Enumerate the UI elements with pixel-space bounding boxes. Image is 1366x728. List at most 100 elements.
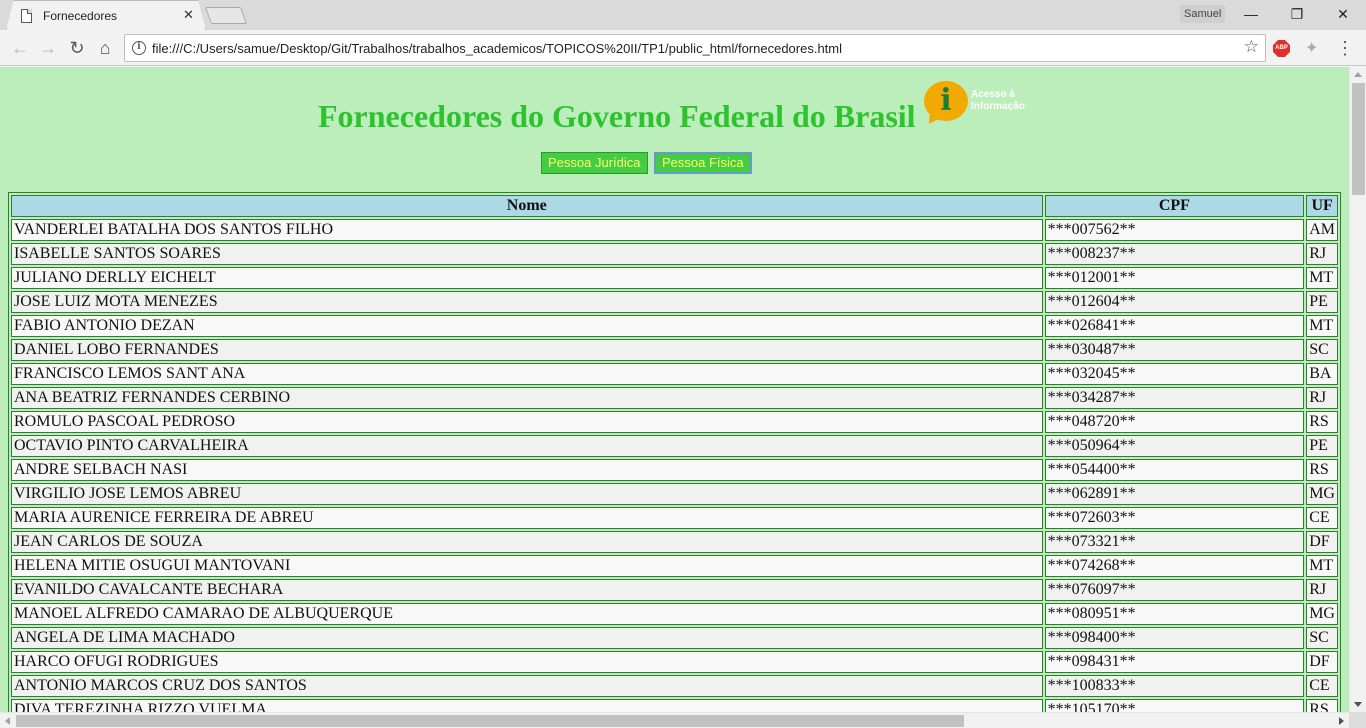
extension-icon[interactable]: ✦	[1305, 38, 1318, 58]
page-viewport: Fornecedores do Governo Federal do Brasi…	[0, 67, 1349, 712]
cell-cpf: ***073321**	[1044, 531, 1305, 553]
cell-uf: CE	[1306, 675, 1338, 697]
table-row: FRANCISCO LEMOS SANT ANA ***032045** BA	[11, 363, 1338, 385]
cell-cpf: ***080951**	[1044, 603, 1305, 625]
cell-cpf: ***008237**	[1044, 243, 1305, 265]
cell-uf: SC	[1306, 339, 1338, 361]
cell-cpf: ***072603**	[1044, 507, 1305, 529]
cell-uf: RS	[1306, 411, 1338, 433]
cell-cpf: ***012001**	[1044, 267, 1305, 289]
scroll-up-arrow-icon[interactable]	[1354, 72, 1362, 77]
cell-cpf: ***062891**	[1044, 483, 1305, 505]
cell-uf: BA	[1306, 363, 1338, 385]
cell-nome: MARIA AURENICE FERREIRA DE ABREU	[11, 507, 1043, 529]
adblock-icon[interactable]: ABP	[1273, 40, 1290, 57]
cell-nome: ISABELLE SANTOS SOARES	[11, 243, 1043, 265]
cell-cpf: ***034287**	[1044, 387, 1305, 409]
back-arrow-icon[interactable]: ←	[8, 36, 32, 60]
cell-nome: HELENA MITIE OSUGUI MANTOVANI	[11, 555, 1043, 577]
cell-nome: ANA BEATRIZ FERNANDES CERBINO	[11, 387, 1043, 409]
cell-cpf: ***048720**	[1044, 411, 1305, 433]
table-row: VIRGILIO JOSE LEMOS ABREU ***062891** MG	[11, 483, 1338, 505]
cell-cpf: ***026841**	[1044, 315, 1305, 337]
browser-tab[interactable]: Fornecedores ✕	[6, 0, 206, 30]
cell-nome: HARCO OFUGI RODRIGUES	[11, 651, 1043, 673]
cell-uf: MG	[1306, 603, 1338, 625]
table-row: ANDRE SELBACH NASI ***054400** RS	[11, 459, 1338, 481]
cell-uf: PE	[1306, 435, 1338, 457]
column-header-uf: UF	[1306, 195, 1338, 217]
cell-uf: MT	[1306, 267, 1338, 289]
cell-uf: DF	[1306, 531, 1338, 553]
cell-uf: MG	[1306, 483, 1338, 505]
url-text[interactable]: file:///C:/Users/samue/Desktop/Git/Traba…	[152, 41, 842, 56]
profile-button[interactable]: Samuel	[1180, 5, 1226, 23]
menu-icon[interactable]: ⋮	[1336, 36, 1354, 60]
cell-cpf: ***007562**	[1044, 219, 1305, 241]
acesso-informacao-logo: i Acesso à Informação	[922, 79, 1042, 129]
suppliers-table: Nome CPF UF VANDERLEI BATALHA DOS SANTOS…	[8, 192, 1341, 712]
table-row: EVANILDO CAVALCANTE BECHARA ***076097** RJ	[11, 579, 1338, 601]
scrollbar-corner	[1349, 712, 1366, 728]
cell-uf: RS	[1306, 699, 1338, 712]
table-row: FABIO ANTONIO DEZAN ***026841** MT	[11, 315, 1338, 337]
cell-cpf: ***098431**	[1044, 651, 1305, 673]
pessoa-juridica-button[interactable]: Pessoa Jurídica	[541, 152, 648, 174]
cell-uf: SC	[1306, 627, 1338, 649]
cell-nome: VIRGILIO JOSE LEMOS ABREU	[11, 483, 1043, 505]
table-row: HARCO OFUGI RODRIGUES ***098431** DF	[11, 651, 1338, 673]
table-row: JOSE LUIZ MOTA MENEZES ***012604** PE	[11, 291, 1338, 313]
cell-nome: ANDRE SELBACH NASI	[11, 459, 1043, 481]
cell-uf: RS	[1306, 459, 1338, 481]
cell-cpf: ***050964**	[1044, 435, 1305, 457]
browser-toolbar: ← → ↻ ⌂ i file:///C:/Users/samue/Desktop…	[0, 30, 1366, 66]
reload-icon[interactable]: ↻	[65, 36, 89, 60]
star-icon[interactable]: ☆	[1244, 37, 1259, 57]
cell-cpf: ***012604**	[1044, 291, 1305, 313]
cell-cpf: ***098400**	[1044, 627, 1305, 649]
cell-nome: OCTAVIO PINTO CARVALHEIRA	[11, 435, 1043, 457]
cell-uf: RJ	[1306, 387, 1338, 409]
cell-cpf: ***100833**	[1044, 675, 1305, 697]
pessoa-fisica-button[interactable]: Pessoa Física	[654, 152, 752, 174]
cell-nome: DIVA TEREZINHA RIZZO VUELMA	[11, 699, 1043, 712]
cell-uf: RJ	[1306, 243, 1338, 265]
forward-arrow-icon[interactable]: →	[36, 36, 60, 60]
cell-cpf: ***105170**	[1044, 699, 1305, 712]
horizontal-scroll-thumb[interactable]	[16, 715, 964, 727]
scroll-left-arrow-icon[interactable]	[5, 717, 10, 725]
cell-cpf: ***076097**	[1044, 579, 1305, 601]
cell-nome: MANOEL ALFREDO CAMARAO DE ALBUQUERQUE	[11, 603, 1043, 625]
cell-nome: ANTONIO MARCOS CRUZ DOS SANTOS	[11, 675, 1043, 697]
page-title: Fornecedores do Governo Federal do Brasi…	[318, 98, 916, 134]
cell-nome: EVANILDO CAVALCANTE BECHARA	[11, 579, 1043, 601]
table-row: VANDERLEI BATALHA DOS SANTOS FILHO ***007…	[11, 219, 1338, 241]
address-bar[interactable]: i file:///C:/Users/samue/Desktop/Git/Tra…	[124, 34, 1266, 62]
close-window-button[interactable]: ✕	[1320, 0, 1366, 30]
scroll-down-arrow-icon[interactable]	[1354, 702, 1362, 707]
table-row: ANA BEATRIZ FERNANDES CERBINO ***034287**…	[11, 387, 1338, 409]
table-row: JULIANO DERLLY EICHELT ***012001** MT	[11, 267, 1338, 289]
table-row: MANOEL ALFREDO CAMARAO DE ALBUQUERQUE ***…	[11, 603, 1338, 625]
cell-uf: RJ	[1306, 579, 1338, 601]
minimize-button[interactable]: —	[1228, 0, 1274, 30]
horizontal-scrollbar[interactable]	[0, 712, 1349, 728]
scroll-right-arrow-icon[interactable]	[1339, 717, 1344, 725]
table-row: DANIEL LOBO FERNANDES ***030487** SC	[11, 339, 1338, 361]
cell-uf: MT	[1306, 555, 1338, 577]
table-body: VANDERLEI BATALHA DOS SANTOS FILHO ***007…	[11, 219, 1338, 712]
table-row: ISABELLE SANTOS SOARES ***008237** RJ	[11, 243, 1338, 265]
restore-button[interactable]: ❐	[1274, 0, 1320, 30]
vertical-scrollbar[interactable]	[1349, 67, 1366, 712]
new-tab-button[interactable]	[204, 7, 248, 24]
cell-nome: JEAN CARLOS DE SOUZA	[11, 531, 1043, 553]
table-row: ROMULO PASCOAL PEDROSO ***048720** RS	[11, 411, 1338, 433]
info-icon[interactable]: i	[132, 41, 146, 55]
home-icon[interactable]: ⌂	[93, 36, 117, 60]
browser-titlebar: Fornecedores ✕ Samuel — ❐ ✕	[0, 0, 1366, 30]
tab-close-icon[interactable]: ✕	[183, 7, 194, 23]
cell-nome: VANDERLEI BATALHA DOS SANTOS FILHO	[11, 219, 1043, 241]
table-row: MARIA AURENICE FERREIRA DE ABREU ***07260…	[11, 507, 1338, 529]
cell-cpf: ***054400**	[1044, 459, 1305, 481]
vertical-scroll-thumb[interactable]	[1352, 83, 1365, 195]
